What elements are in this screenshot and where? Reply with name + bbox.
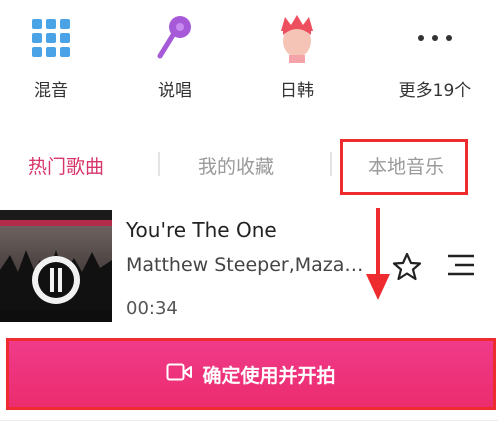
category-label: 说唱 [158,81,192,101]
category-row: 混音 说唱 日韩 更多19个 [0,0,498,110]
category-label: 更多19个 [398,81,472,101]
confirm-button-label: 确定使用并开拍 [202,364,336,387]
category-label: 混音 [34,81,68,101]
local-music-highlight-box [340,139,468,195]
category-mix[interactable]: 混音 [6,12,96,101]
tab-hot-songs[interactable]: 热门歌曲 [28,152,104,179]
tab-favorites[interactable]: 我的收藏 [198,152,274,179]
category-label: 日韩 [280,81,314,101]
grid-icon [6,12,96,64]
album-cover [0,210,112,322]
tab-divider [330,152,332,176]
more-dots-icon [390,12,480,64]
microphone-icon [130,12,220,64]
category-more[interactable]: 更多19个 [390,12,480,101]
song-list-item[interactable]: You're The One Matthew Steeper,Mazar... … [0,210,498,330]
tab-divider [158,152,160,176]
song-duration: 00:34 [126,298,178,319]
divider [0,420,498,421]
category-jpkr[interactable]: 日韩 [252,12,342,101]
category-rap[interactable]: 说唱 [130,12,220,101]
camera-icon [166,363,193,386]
confirm-use-and-shoot-button[interactable]: 确定使用并开拍 [6,338,496,410]
song-title: You're The One [126,218,277,242]
menu-lines-icon[interactable] [446,252,476,282]
avatar-icon [252,12,342,64]
song-artist: Matthew Steeper,Mazar... [126,254,364,276]
star-icon[interactable] [392,252,422,286]
